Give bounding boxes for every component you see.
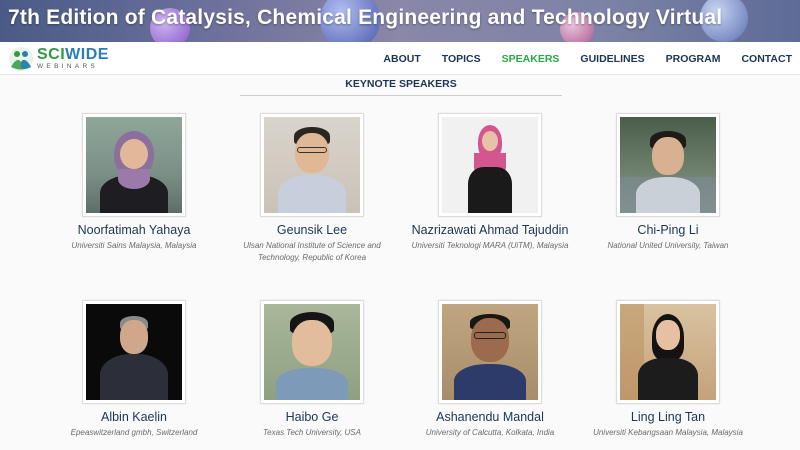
speaker-affiliation: University of Calcutta, Kolkata, India (425, 428, 555, 437)
nav-guidelines[interactable]: GUIDELINES (580, 53, 644, 65)
speaker-affiliation: National United University, Taiwan (607, 241, 729, 250)
people-logo-icon (9, 47, 33, 71)
speaker-name: Haibo Ge (285, 410, 339, 424)
speaker-photo[interactable] (82, 300, 186, 404)
nav-contact[interactable]: CONTACT (741, 53, 792, 65)
logo-text: SCIWIDE WEBINARS (37, 47, 109, 71)
speaker-name: Geunsik Lee (276, 223, 348, 237)
speaker-card[interactable]: Geunsik Lee Ulsan National Institute of … (217, 113, 407, 264)
speaker-card[interactable]: Chi-Ping Li National United University, … (573, 113, 763, 252)
speaker-affiliation: Epeaswitzerland gmbh, Switzerland (70, 428, 198, 437)
banner-title: 7th Edition of Catalysis, Chemical Engin… (8, 6, 723, 29)
nav-speakers[interactable]: SPEAKERS (502, 53, 560, 65)
speaker-photo[interactable] (616, 113, 720, 217)
speaker-photo[interactable] (82, 113, 186, 217)
speaker-photo[interactable] (438, 300, 542, 404)
section-title: KEYNOTE SPEAKERS (240, 78, 562, 96)
speaker-photo[interactable] (616, 300, 720, 404)
logo-wordmark: SCIWIDE (37, 46, 109, 64)
logo-subtitle: WEBINARS (37, 63, 99, 71)
navbar: SCIWIDE WEBINARS ABOUT TOPICS SPEAKERS G… (0, 42, 800, 75)
speaker-name: Chi-Ping Li (637, 223, 699, 237)
speaker-affiliation: Universiti Teknologi MARA (UiTM), Malays… (411, 241, 569, 250)
speaker-name: Nazrizawati Ahmad Tajuddin (411, 223, 569, 237)
speaker-photo[interactable] (438, 113, 542, 217)
speaker-card[interactable]: Noorfatimah Yahaya Universiti Sains Mala… (39, 113, 229, 252)
speaker-affiliation: Texas Tech University, USA (263, 428, 361, 437)
speaker-photo[interactable] (260, 300, 364, 404)
speaker-card[interactable]: Haibo Ge Texas Tech University, USA (217, 300, 407, 439)
site-logo[interactable]: SCIWIDE WEBINARS (8, 46, 109, 72)
speaker-card[interactable]: Albin Kaelin Epeaswitzerland gmbh, Switz… (39, 300, 229, 439)
speaker-name: Ashanendu Mandal (436, 410, 544, 424)
speaker-card[interactable]: Ling Ling Tan Universiti Kebangsaan Mala… (573, 300, 763, 439)
speaker-card[interactable]: Nazrizawati Ahmad Tajuddin Universiti Te… (395, 113, 585, 252)
header-banner: 7th Edition of Catalysis, Chemical Engin… (0, 0, 800, 42)
nav-program[interactable]: PROGRAM (666, 53, 721, 65)
speaker-name: Noorfatimah Yahaya (77, 223, 191, 237)
nav-topics[interactable]: TOPICS (442, 53, 481, 65)
speaker-name: Albin Kaelin (100, 410, 167, 424)
speaker-card[interactable]: Ashanendu Mandal University of Calcutta,… (395, 300, 585, 439)
speaker-name: Ling Ling Tan (630, 410, 706, 424)
nav-about[interactable]: ABOUT (383, 53, 420, 65)
speaker-photo[interactable] (260, 113, 364, 217)
speaker-affiliation: Universiti Kebangsaan Malaysia, Malaysia (593, 428, 743, 437)
speaker-affiliation: Ulsan National Institute of Science and … (243, 241, 381, 262)
speaker-affiliation: Universiti Sains Malaysia, Malaysia (71, 241, 197, 250)
main-nav: ABOUT TOPICS SPEAKERS GUIDELINES PROGRAM… (362, 42, 792, 75)
